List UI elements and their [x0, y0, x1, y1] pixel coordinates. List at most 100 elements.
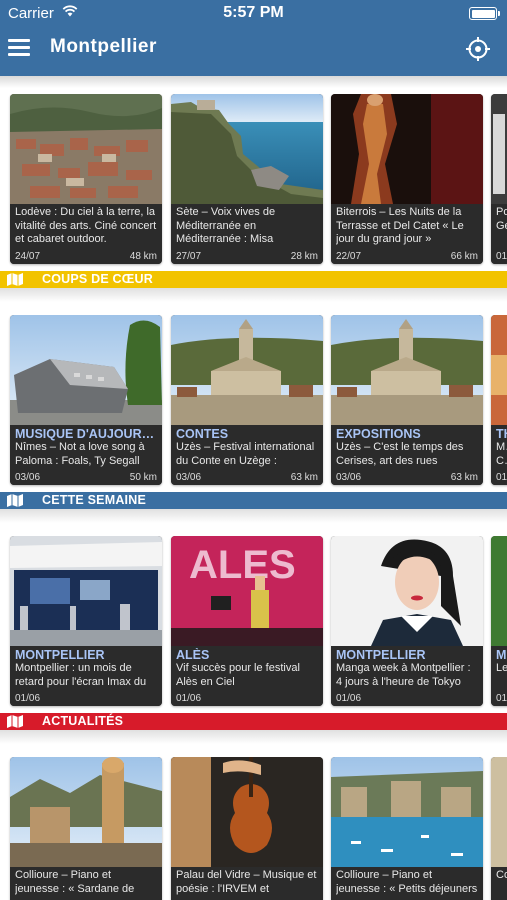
- modern-building-image: [10, 315, 162, 425]
- banner-shadow: [0, 288, 507, 302]
- card-category: EXPOSITIONS: [336, 427, 421, 441]
- card-description: Po… Ge…: [496, 206, 507, 232]
- card-caption: MONTPELLIER Montpellier : un mois de ret…: [10, 646, 162, 706]
- event-card[interactable]: Collioure – Piano et jeunesse : « Sardan…: [10, 757, 162, 900]
- event-card[interactable]: Sète – Voix vives de Méditerranée en Méd…: [171, 94, 323, 264]
- hamburger-menu-icon[interactable]: [8, 39, 30, 57]
- card-description: Co…: [496, 869, 507, 881]
- stage-screen-image: [10, 536, 162, 646]
- card-caption: MONTPELLIER Manga week à Montpellier : 4…: [331, 646, 483, 706]
- card-caption: Lodève : Du ciel à la terre, la vitalité…: [10, 204, 162, 264]
- card-description: Lodève : Du ciel à la terre, la vitalité…: [15, 206, 157, 245]
- event-row-3: MONTPELLIER Montpellier : un mois de ret…: [0, 536, 507, 711]
- card-date: 01: [496, 693, 507, 704]
- harbour-image: [331, 757, 483, 867]
- card-caption: MUSIQUE D'AUJOURD'… Nîmes – Not a love s…: [10, 425, 162, 485]
- card-description: Sète – Voix vives de Méditerranée en Méd…: [176, 206, 276, 247]
- card-distance: 48 km: [129, 251, 157, 262]
- card-description: Collioure – Piano et jeunesse : « Petits…: [336, 869, 478, 895]
- event-card[interactable]: TH M… C… 01: [491, 315, 507, 485]
- card-caption: Sète – Voix vives de Méditerranée en Méd…: [171, 204, 323, 264]
- card-distance: 50 km: [129, 472, 157, 483]
- card-date: 01: [496, 251, 507, 262]
- section-banner-actualites[interactable]: ACTUALITÉS: [0, 713, 507, 730]
- event-card[interactable]: ALES ALÈS Vif succès pour le festival Al…: [171, 536, 323, 706]
- page-title: Montpellier: [50, 36, 157, 57]
- partial-image: [491, 94, 507, 204]
- church-village-image: [331, 315, 483, 425]
- event-card[interactable]: Biterrois – Les Nuits de la Terrasse et …: [331, 94, 483, 264]
- banner-label: ACTUALITÉS: [42, 714, 124, 728]
- card-description: M… C…: [496, 441, 507, 467]
- card-description: Montpellier : un mois de retard pour l'é…: [15, 662, 147, 688]
- ales-stage-image: ALES: [171, 536, 323, 646]
- banner-label: COUPS DE CŒUR: [42, 272, 153, 286]
- card-description: Uzès – C'est le temps des Cerises, art d…: [336, 441, 464, 467]
- town-rooftops-image: [10, 94, 162, 204]
- violin-image: [171, 757, 323, 867]
- card-caption: Palau del Vidre – Musique et poésie : l'…: [171, 867, 323, 900]
- card-date: 22/07: [336, 251, 362, 262]
- card-distance: 66 km: [450, 251, 478, 262]
- event-card[interactable]: Po… Ge… 01: [491, 94, 507, 264]
- section-banner-coups-de-coeur[interactable]: COUPS DE CŒUR: [0, 271, 507, 288]
- section-banner-cette-semaine[interactable]: CETTE SEMAINE: [0, 492, 507, 509]
- event-card[interactable]: MUSIQUE D'AUJOURD'… Nîmes – Not a love s…: [10, 315, 162, 485]
- banner-label: CETTE SEMAINE: [42, 493, 146, 507]
- event-card[interactable]: EXPOSITIONS Uzès – C'est le temps des Ce…: [331, 315, 483, 485]
- collioure-church-image: [10, 757, 162, 867]
- card-description: Collioure – Piano et jeunesse : « Sardan…: [15, 869, 135, 895]
- coastal-cliff-image: [171, 94, 323, 204]
- theatre-dancer-image: [331, 94, 483, 204]
- card-caption: ALÈS Vif succès pour le festival Alès en…: [171, 646, 323, 706]
- card-category: ALÈS: [176, 648, 210, 662]
- status-bar: Carrier 5:57 PM: [0, 0, 507, 28]
- card-date: 27/07: [176, 251, 202, 262]
- card-caption: Collioure – Piano et jeunesse : « Petits…: [331, 867, 483, 900]
- card-date: 03/06: [336, 472, 362, 483]
- banner-shadow: [0, 730, 507, 744]
- event-card[interactable]: Collioure – Piano et jeunesse : « Petits…: [331, 757, 483, 900]
- nav-header: Montpellier: [0, 28, 507, 76]
- partial-image: [491, 757, 507, 867]
- map-icon: [7, 494, 23, 507]
- crosshair-locate-icon[interactable]: [465, 36, 491, 62]
- event-card[interactable]: M Le… 01: [491, 536, 507, 706]
- header-shadow: [0, 76, 507, 88]
- card-caption: CONTES Uzès – Festival international du …: [171, 425, 323, 485]
- card-description: Biterrois – Les Nuits de la Terrasse et …: [336, 206, 464, 245]
- event-card[interactable]: Palau del Vidre – Musique et poésie : l'…: [171, 757, 323, 900]
- card-date: 01/06: [176, 693, 202, 704]
- event-card[interactable]: Lodève : Du ciel à la terre, la vitalité…: [10, 94, 162, 264]
- card-category: MUSIQUE D'AUJOURD'…: [15, 427, 157, 441]
- event-card[interactable]: Co…: [491, 757, 507, 900]
- card-caption: TH M… C… 01: [491, 425, 507, 485]
- card-description: Manga week à Montpellier : 4 jours à l'h…: [336, 662, 471, 688]
- map-icon: [7, 273, 23, 286]
- card-description: Palau del Vidre – Musique et poésie : l'…: [176, 869, 317, 895]
- battery-icon: [469, 7, 500, 20]
- church-village-image: [171, 315, 323, 425]
- card-description: Vif succès pour le festival Alès en Ciel: [176, 662, 300, 688]
- card-category: MONTPELLIER: [15, 648, 105, 662]
- card-caption: Co…: [491, 867, 507, 900]
- card-distance: 63 km: [290, 472, 318, 483]
- event-card[interactable]: CONTES Uzès – Festival international du …: [171, 315, 323, 485]
- app-header-bar: Carrier 5:57 PM Montpellier: [0, 0, 507, 76]
- card-description: Uzès – Festival international du Conte e…: [176, 441, 315, 467]
- card-date: 03/06: [176, 472, 202, 483]
- event-card[interactable]: MONTPELLIER Manga week à Montpellier : 4…: [331, 536, 483, 706]
- card-distance: 28 km: [290, 251, 318, 262]
- card-distance: 63 km: [450, 472, 478, 483]
- clock: 5:57 PM: [223, 4, 284, 21]
- card-caption: EXPOSITIONS Uzès – C'est le temps des Ce…: [331, 425, 483, 485]
- card-date: 03/06: [15, 472, 41, 483]
- card-description: Le…: [496, 662, 507, 674]
- card-date: 24/07: [15, 251, 41, 262]
- event-row-4: Collioure – Piano et jeunesse : « Sardan…: [0, 757, 507, 900]
- card-caption: Collioure – Piano et jeunesse : « Sardan…: [10, 867, 162, 900]
- card-caption: Po… Ge… 01: [491, 204, 507, 264]
- event-card[interactable]: MONTPELLIER Montpellier : un mois de ret…: [10, 536, 162, 706]
- partial-image: [491, 536, 507, 646]
- map-icon: [7, 715, 23, 728]
